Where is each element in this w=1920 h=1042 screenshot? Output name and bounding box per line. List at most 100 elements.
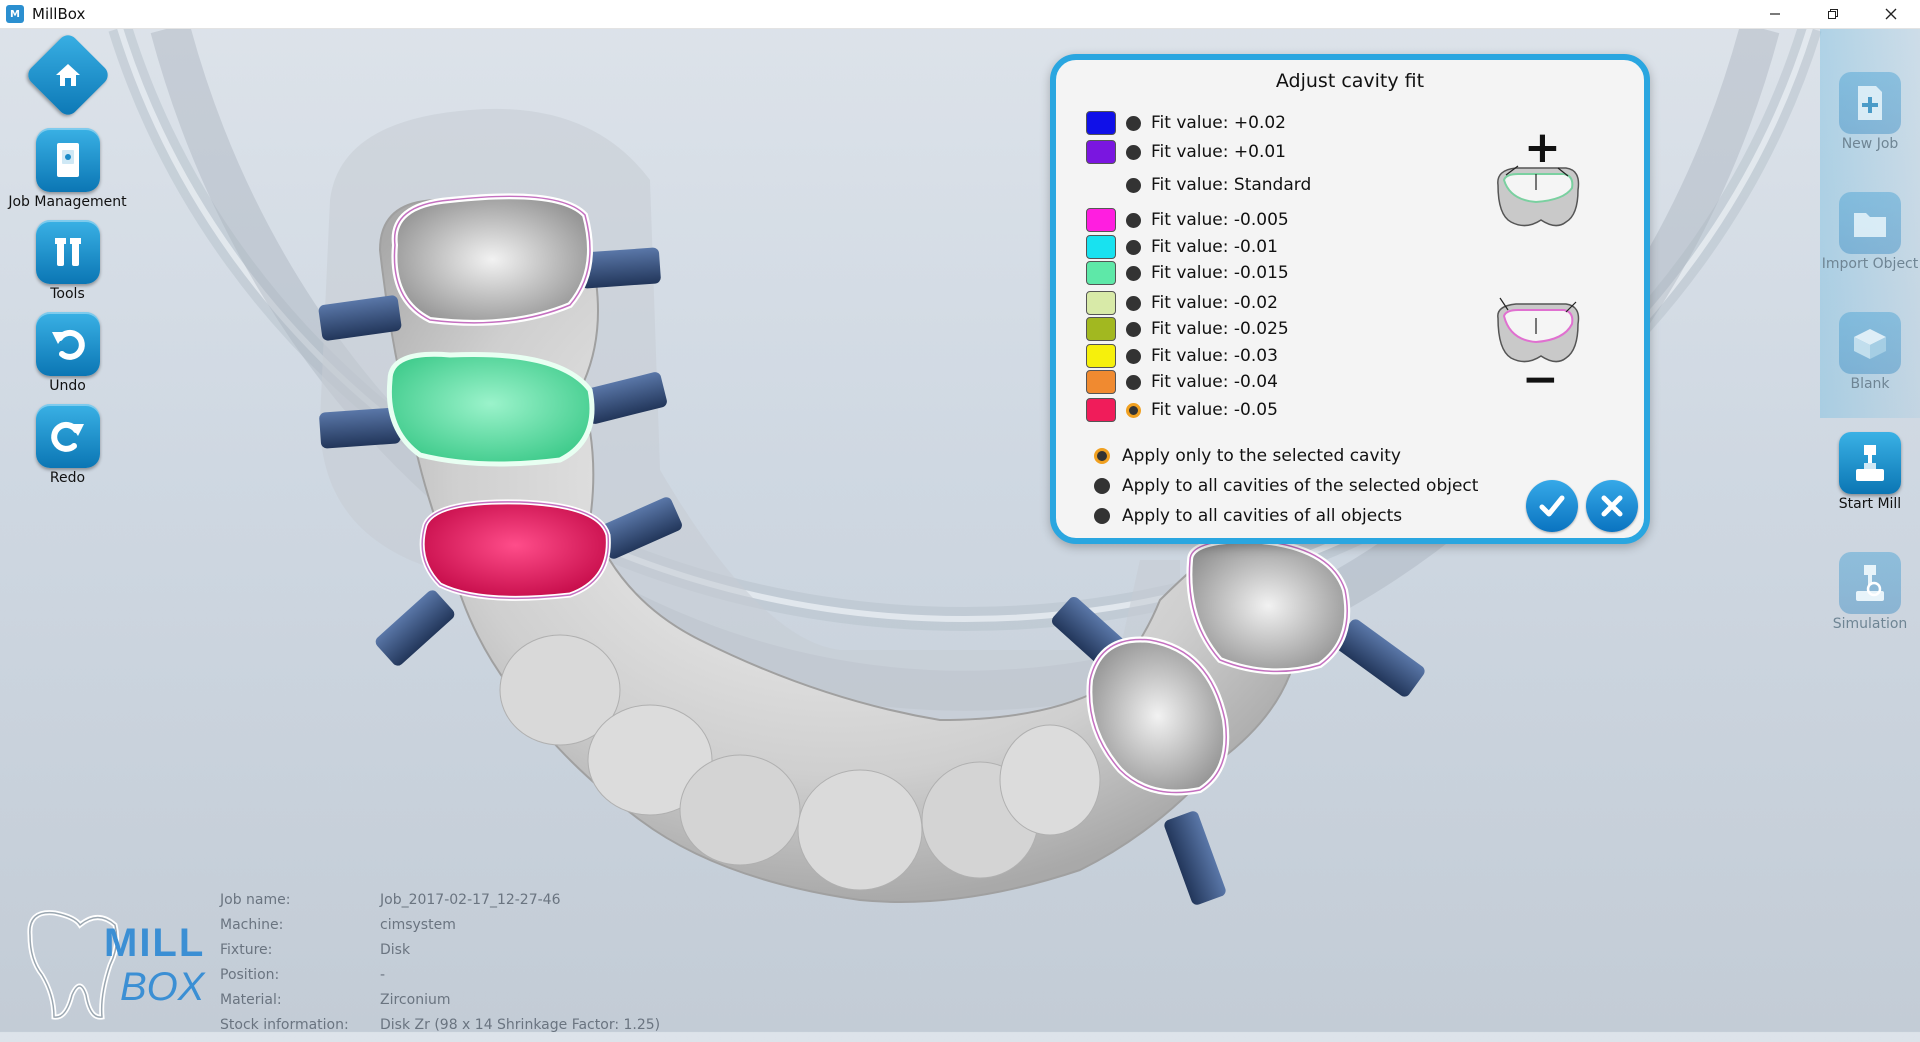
fit-value-label: Fit value: -0.04 [1151,372,1278,392]
job-info-key: Material: [220,992,282,1008]
connector-pin [1164,811,1226,905]
fit-value-option[interactable]: Fit value: Standard [1086,172,1311,198]
simulation-icon [1839,552,1901,614]
fit-radio-button[interactable] [1126,374,1141,390]
apply-radio-button[interactable] [1094,478,1110,494]
job-info-row: Job name: Job_2017-02-17_12-27-46 [220,892,660,917]
redo-button[interactable]: Redo [0,404,135,486]
fit-value-option[interactable]: Fit value: -0.04 [1086,369,1278,395]
title-bar: M MillBox [0,0,1920,29]
new-job-label: New Job [1841,136,1899,152]
blank-button[interactable]: Blank [1820,312,1920,392]
job-info-key: Fixture: [220,942,273,958]
job-info-value: Disk [380,942,411,958]
job-management-label: Job Management [8,194,127,210]
job-info-value: Disk Zr (98 x 14 Shrinkage Factor: 1.25) [380,1017,661,1033]
tools-label: Tools [50,286,85,302]
tools-button[interactable]: Tools [0,220,135,302]
fit-color-swatch [1086,261,1116,285]
start-mill-label: Start Mill [1838,496,1902,512]
new-job-button[interactable]: New Job [1820,72,1920,152]
fit-value-label: Fit value: -0.01 [1151,237,1278,257]
left-toolbar: Job Management Tools Undo Redo [0,28,135,508]
fit-radio-button[interactable] [1126,177,1141,193]
millbox-logo: MILL BOX [20,905,204,1025]
fit-color-swatch [1086,173,1116,197]
apply-option[interactable]: Apply only to the selected cavity [1094,442,1401,470]
fit-color-swatch [1086,317,1116,341]
apply-radio-button[interactable] [1094,508,1110,524]
right-toolbar: New Job Import Object Blank Start Mill S… [1820,28,1920,708]
home-button[interactable] [0,31,135,119]
fit-value-option[interactable]: Fit value: -0.01 [1086,234,1278,260]
close-icon [1601,495,1623,517]
cavity-selected-red [419,499,611,601]
fit-value-label: Fit value: -0.02 [1151,293,1278,313]
cavity-upper [391,193,593,326]
window-controls [1746,0,1920,28]
fit-radio-button[interactable] [1126,402,1141,418]
simulation-button[interactable]: Simulation [1820,552,1920,632]
apply-radio-button[interactable] [1094,448,1110,464]
fit-value-label: Fit value: +0.02 [1151,113,1286,133]
fit-radio-button[interactable] [1126,239,1141,255]
fit-value-option[interactable]: Fit value: -0.005 [1086,207,1289,233]
logo-text-bottom: BOX [120,965,205,1009]
logo-text-top: MILL [104,921,206,965]
millbox-app-icon: M [6,5,24,23]
fit-color-swatch [1086,111,1116,135]
job-info-value: - [380,967,386,983]
job-management-icon [35,128,100,192]
start-mill-button[interactable]: Start Mill [1820,432,1920,512]
fit-value-option[interactable]: Fit value: +0.02 [1086,110,1286,136]
connector-pin [375,590,455,666]
job-management-button[interactable]: Job Management [0,128,135,210]
fit-value-option[interactable]: Fit value: +0.01 [1086,139,1286,165]
import-object-label: Import Object [1821,256,1919,272]
restore-icon[interactable] [1804,0,1862,28]
fit-color-swatch [1086,344,1116,368]
job-info-row: Stock information: Disk Zr (98 x 14 Shrin… [220,1017,660,1042]
undo-icon [35,312,100,376]
confirm-button[interactable] [1526,480,1578,532]
minimize-icon[interactable] [1746,0,1804,28]
job-info-row: Material: Zirconium [220,992,660,1017]
job-info-key: Position: [220,967,280,983]
fit-color-swatch [1086,398,1116,422]
job-info-key: Machine: [220,917,284,933]
fit-radio-button[interactable] [1126,295,1141,311]
fit-color-swatch [1086,291,1116,315]
job-info-panel: Job name: Job_2017-02-17_12-27-46 Machine:… [220,892,660,1042]
fit-radio-button[interactable] [1126,265,1141,281]
apply-option-label: Apply to all cavities of the selected ob… [1122,476,1479,496]
blank-icon [1839,312,1901,374]
cavity-green [386,351,595,467]
cancel-button[interactable] [1586,480,1638,532]
apply-option[interactable]: Apply to all cavities of the selected ob… [1094,472,1478,500]
fit-radio-button[interactable] [1126,321,1141,337]
apply-option[interactable]: Apply to all cavities of all objects [1094,502,1402,530]
fit-value-label: Fit value: -0.005 [1151,210,1289,230]
minus-icon: − [1522,354,1559,405]
fit-plus-illustration: + [1486,126,1586,240]
fit-value-option[interactable]: Fit value: -0.025 [1086,316,1289,342]
import-object-button[interactable]: Import Object [1820,192,1920,272]
fit-value-option[interactable]: Fit value: -0.03 [1086,343,1278,369]
tools-icon [35,220,100,284]
dialog-title: Adjust cavity fit [1275,70,1425,92]
fit-radio-button[interactable] [1126,212,1141,228]
new-job-icon [1839,72,1901,134]
fit-radio-button[interactable] [1126,144,1141,160]
fit-value-label: Fit value: Standard [1151,175,1312,195]
fit-value-option[interactable]: Fit value: -0.05 [1086,397,1278,423]
job-info-value: Zirconium [380,992,451,1008]
fit-value-option[interactable]: Fit value: -0.02 [1086,290,1278,316]
fit-radio-button[interactable] [1126,348,1141,364]
undo-button[interactable]: Undo [0,312,135,394]
close-icon[interactable] [1862,0,1920,28]
job-info-value: Job_2017-02-17_12-27-46 [380,892,561,908]
simulation-label: Simulation [1832,616,1908,632]
fit-radio-button[interactable] [1126,115,1141,131]
fit-value-label: Fit value: -0.05 [1151,400,1278,420]
fit-value-option[interactable]: Fit value: -0.015 [1086,260,1289,286]
